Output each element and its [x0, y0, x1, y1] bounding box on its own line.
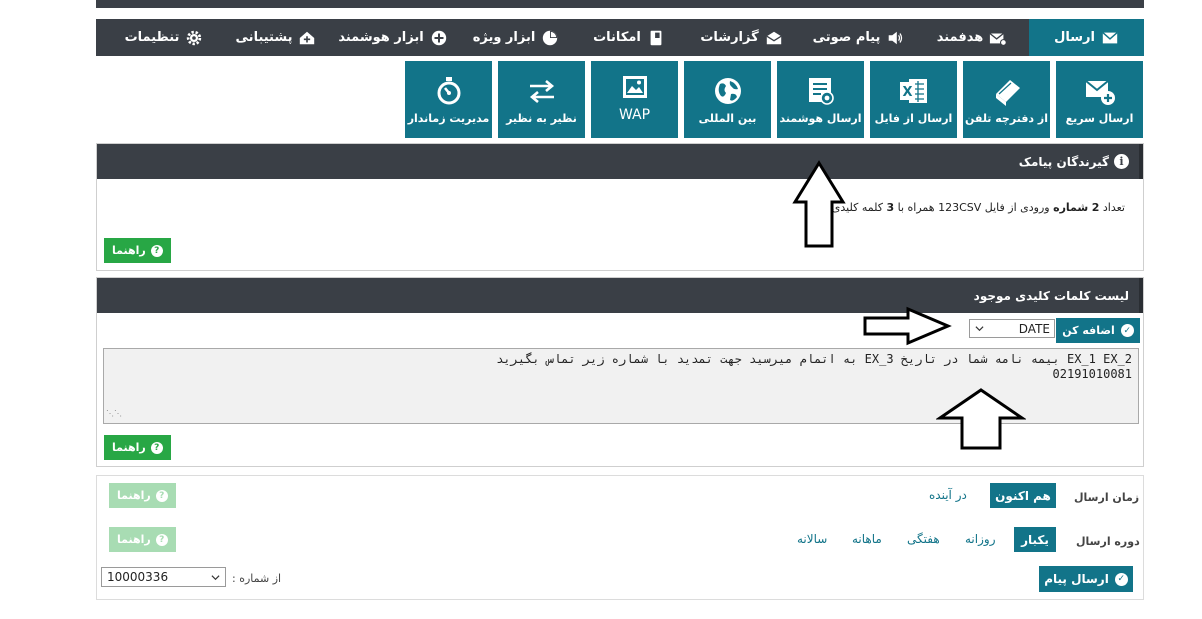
check-icon: ✓: [1120, 324, 1134, 337]
option-once[interactable]: یکبار: [1014, 527, 1056, 552]
option-now[interactable]: هم اکنون: [990, 483, 1056, 508]
keywords-help-button[interactable]: ? راهنما: [104, 435, 171, 460]
nav-targeted[interactable]: هدفمند: [918, 19, 1026, 56]
annotation-arrow-right: [863, 306, 952, 346]
plus-circle-icon: [431, 30, 446, 45]
globe-icon: [714, 78, 741, 104]
nav-smart-tools[interactable]: ابزار هوشمند: [330, 19, 456, 56]
question-icon: ?: [150, 441, 163, 454]
keyword-select[interactable]: DATE: [969, 319, 1055, 338]
nav-reports[interactable]: گزارشات: [684, 19, 799, 56]
smart-list-icon: [808, 78, 834, 105]
info-icon: i: [1114, 154, 1129, 169]
option-yearly[interactable]: سالانه: [797, 532, 827, 546]
book-icon: [650, 30, 662, 45]
main-nav: ارسال هدفمند پیام صوتی گزارشات امکانات ا…: [96, 19, 1144, 56]
tile-smart-send[interactable]: ارسال هوشمند: [777, 61, 864, 138]
nav-settings[interactable]: تنظیمات: [106, 19, 222, 56]
open-envelope-icon: [766, 31, 782, 44]
gear-icon: [187, 30, 202, 45]
tile-from-file[interactable]: X ارسال از فایل: [870, 61, 957, 138]
svg-text:X: X: [902, 85, 912, 100]
period-help-button[interactable]: ? راهنما: [109, 527, 176, 552]
chevron-down-icon: [211, 574, 220, 580]
send-message-button[interactable]: ✓ ارسال پیام: [1039, 566, 1133, 592]
image-frame-icon: [622, 76, 647, 98]
nav-voice[interactable]: پیام صوتی: [801, 19, 916, 56]
nav-features[interactable]: امکانات: [576, 19, 682, 56]
recipients-panel: i گیرندگان پیامک تعداد 2 شماره ورودی از …: [96, 143, 1144, 271]
send-period-label: دوره ارسال: [1076, 535, 1140, 548]
tile-phonebook[interactable]: از دفترچه تلفن: [963, 61, 1050, 138]
tile-international[interactable]: بین المللی: [684, 61, 771, 138]
send-time-label: زمان ارسال: [1074, 491, 1140, 504]
pie-chart-icon: [543, 30, 558, 45]
home-plus-icon: [300, 31, 315, 44]
notebook-icon: [995, 80, 1020, 106]
chevron-down-icon: [975, 326, 984, 332]
from-number-select[interactable]: 10000336: [101, 567, 226, 587]
annotation-arrow-up-1: [792, 160, 846, 248]
recipients-header: i گیرندگان پیامک: [97, 144, 1143, 179]
option-monthly[interactable]: ماهانه: [852, 532, 882, 546]
nav-support[interactable]: پشتیبانی: [224, 19, 328, 56]
check-icon: ✓: [1114, 572, 1128, 586]
option-daily[interactable]: روزانه: [965, 532, 996, 546]
time-help-button[interactable]: ? راهنما: [109, 483, 176, 508]
resize-grip[interactable]: ⋰⋰: [106, 406, 122, 421]
question-icon: ?: [150, 244, 163, 257]
speaker-icon: [889, 31, 903, 44]
swap-arrows-icon: [529, 80, 554, 103]
keywords-header: لیست کلمات کلیدی موجود: [97, 278, 1143, 313]
annotation-arrow-up-2: [936, 388, 1026, 450]
question-icon: ?: [155, 489, 168, 502]
add-keyword-button[interactable]: ✓ اضافه کن: [1056, 318, 1140, 343]
nav-special-tools[interactable]: ابزار ویژه: [458, 19, 574, 56]
excel-file-icon: X: [899, 79, 927, 103]
envelope-target-icon: [989, 32, 1008, 46]
envelope-plus-icon: [1084, 80, 1115, 105]
option-future[interactable]: در آینده: [929, 488, 967, 502]
tile-peer-to-peer[interactable]: نظیر به نظیر: [498, 61, 585, 138]
tile-quick-send[interactable]: ارسال سریع: [1056, 61, 1143, 138]
recipients-help-button[interactable]: ? راهنما: [104, 238, 171, 263]
stopwatch-icon: [437, 77, 460, 105]
nav-send[interactable]: ارسال: [1029, 19, 1144, 56]
recipients-summary: تعداد 2 شماره ورودی از فایل 123CSV همراه…: [831, 201, 1125, 214]
option-weekly[interactable]: هفتگی: [907, 532, 940, 546]
tile-wap[interactable]: WAP: [591, 61, 678, 138]
from-number-label: از شماره :: [232, 572, 282, 585]
tile-scheduled[interactable]: مدیریت زماندار: [405, 61, 492, 138]
question-icon: ?: [155, 533, 168, 546]
top-strip: [96, 0, 1144, 8]
envelope-icon: [1102, 31, 1118, 43]
